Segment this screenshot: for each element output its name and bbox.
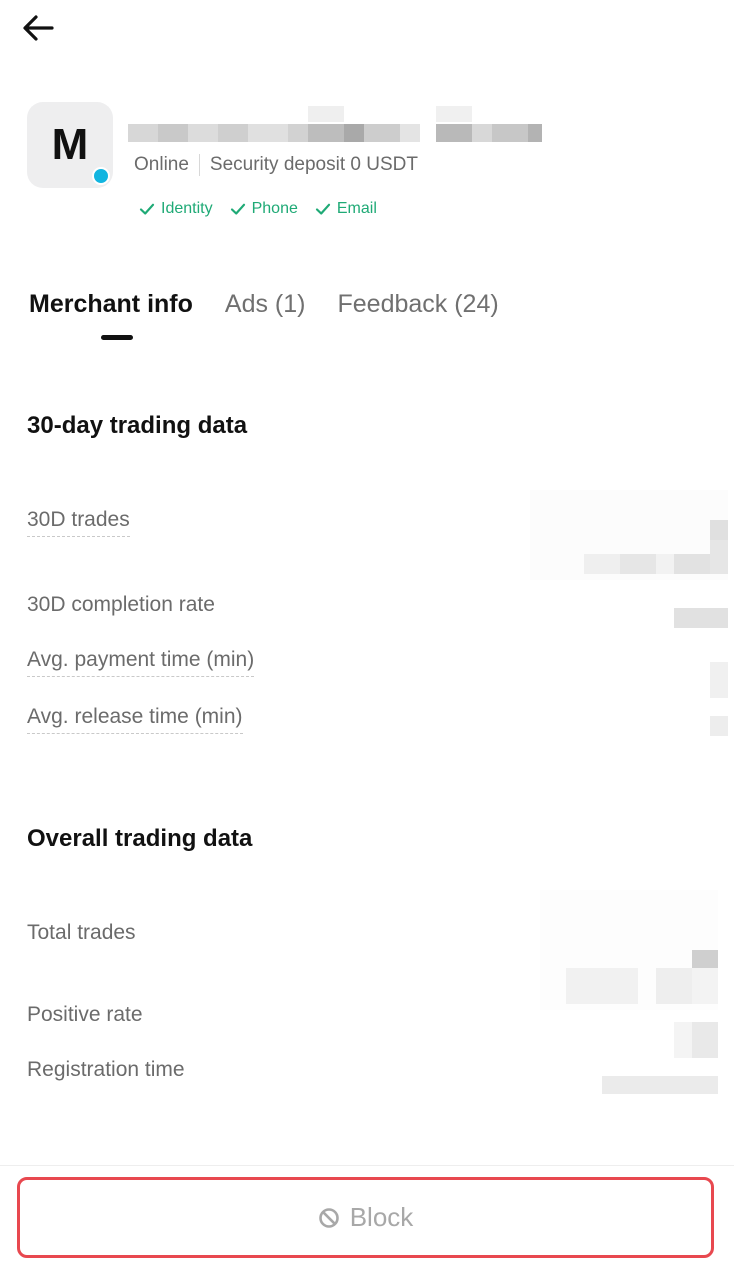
verification-email: Email (314, 200, 377, 218)
tab-ads[interactable]: Ads (1) (225, 290, 306, 319)
status-divider (198, 154, 200, 176)
block-icon (318, 1207, 339, 1228)
tab-feedback[interactable]: Feedback (24) (338, 290, 499, 319)
block-button-label: Block (349, 1202, 414, 1232)
arrow-left-icon (23, 15, 54, 41)
row-label-total-trades: Total trades (27, 921, 136, 944)
row-label-30d-completion-rate: 30D completion rate (27, 593, 215, 616)
row-label-30d-trades[interactable]: 30D trades (27, 508, 130, 537)
verification-badges: Identity Phone Email (138, 198, 377, 220)
security-deposit: Security deposit 0 USDT (209, 154, 418, 175)
verification-label: Identity (161, 200, 213, 217)
check-icon (230, 203, 245, 215)
thirty-day-section-title: 30-day trading data (27, 412, 248, 439)
merchant-name-redacted (122, 106, 542, 148)
overall-section-title: Overall trading data (27, 825, 253, 852)
online-status: Online (134, 154, 189, 175)
tab-merchant-info[interactable]: Merchant info (29, 290, 193, 319)
tab-bar: Merchant info Ads (1) Feedback (24) (29, 284, 531, 324)
verification-label: Email (336, 200, 377, 217)
check-icon (139, 203, 155, 215)
verification-label: Phone (251, 200, 298, 217)
back-button[interactable] (22, 8, 74, 48)
row-label-registration-time: Registration time (27, 1058, 185, 1081)
footer-divider (0, 1165, 734, 1166)
merchant-status-line: Online Security deposit 0 USDT (134, 152, 418, 178)
verification-phone: Phone (229, 200, 298, 218)
row-label-avg-payment-time[interactable]: Avg. payment time (min) (27, 648, 255, 677)
check-icon (315, 203, 330, 215)
row-label-positive-rate: Positive rate (27, 1003, 143, 1026)
online-indicator (92, 167, 110, 185)
row-label-avg-release-time[interactable]: Avg. release time (min) (27, 705, 243, 734)
avatar-letter: M (51, 120, 89, 169)
block-button[interactable]: Block (17, 1177, 714, 1258)
active-tab-indicator (101, 335, 133, 340)
verification-identity: Identity (138, 200, 213, 218)
